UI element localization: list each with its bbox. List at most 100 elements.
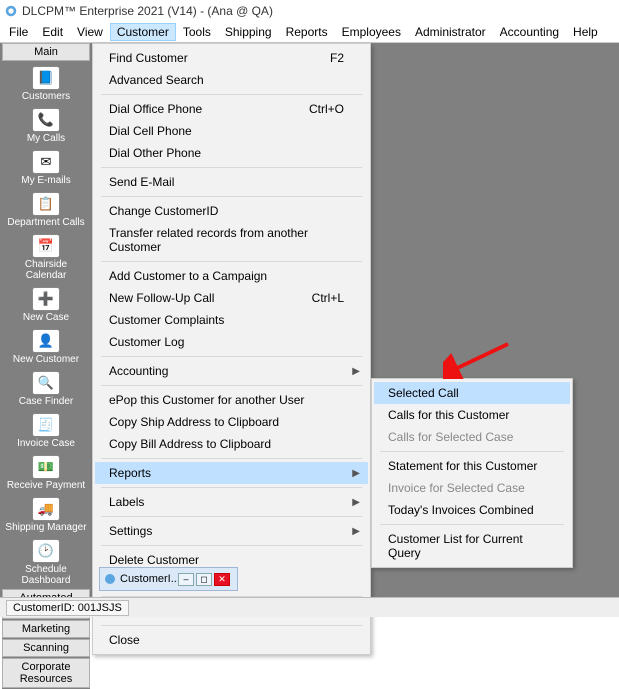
- menu-item-label: Transfer related records from another Cu…: [109, 226, 344, 254]
- menu-separator: [101, 545, 362, 546]
- chevron-right-icon: ▶: [352, 497, 360, 508]
- menu-bar: FileEditViewCustomerToolsShippingReports…: [0, 22, 619, 42]
- sidebar-header-main[interactable]: Main: [2, 43, 90, 61]
- menu-item-label: Calls for this Customer: [388, 408, 509, 422]
- menu-item-calls-for-selected-case: Calls for Selected Case: [374, 426, 570, 448]
- sidebar-item-label: New Case: [23, 312, 69, 323]
- sidebar-item-customers[interactable]: 📘Customers: [4, 64, 88, 105]
- sidebar-item-my-calls[interactable]: 📞My Calls: [4, 106, 88, 147]
- close-button[interactable]: ✕: [214, 573, 230, 586]
- sidebar-item-label: My E-mails: [21, 175, 70, 186]
- sidebar-item-schedule-dashboard[interactable]: 🕑Schedule Dashboard: [4, 537, 88, 589]
- sidebar-item-department-calls[interactable]: 📋Department Calls: [4, 190, 88, 231]
- sidebar-section-scanning[interactable]: Scanning: [2, 639, 90, 657]
- sidebar-icon: 📋: [32, 192, 60, 216]
- sidebar-item-new-customer[interactable]: 👤New Customer: [4, 327, 88, 368]
- menu-separator: [101, 94, 362, 95]
- sidebar-item-label: Schedule Dashboard: [4, 564, 88, 586]
- menu-separator: [101, 487, 362, 488]
- menu-file[interactable]: File: [2, 23, 35, 41]
- menu-item-label: Accounting: [109, 364, 168, 378]
- workspace: Main 📘Customers📞My Calls✉My E-mails📋Depa…: [0, 42, 619, 617]
- sidebar-item-label: Chairside Calendar: [4, 259, 88, 281]
- sidebar-item-invoice-case[interactable]: 🧾Invoice Case: [4, 411, 88, 452]
- menu-item-copy-bill-address-to-clipboard[interactable]: Copy Bill Address to Clipboard: [95, 433, 368, 455]
- menu-item-label: New Follow-Up Call: [109, 291, 214, 305]
- menu-item-copy-ship-address-to-clipboard[interactable]: Copy Ship Address to Clipboard: [95, 411, 368, 433]
- sidebar-icon: 🕑: [32, 539, 60, 563]
- sidebar-item-new-case[interactable]: ➕New Case: [4, 285, 88, 326]
- sidebar-item-label: My Calls: [27, 133, 65, 144]
- menu-item-selected-call[interactable]: Selected Call: [374, 382, 570, 404]
- menu-item-label: Customer Complaints: [109, 313, 224, 327]
- sidebar-item-label: Customers: [22, 91, 70, 102]
- menu-view[interactable]: View: [70, 23, 110, 41]
- menu-item-label: Invoice for Selected Case: [388, 481, 525, 495]
- menu-shipping[interactable]: Shipping: [218, 23, 279, 41]
- menu-item-dial-other-phone[interactable]: Dial Other Phone: [95, 142, 368, 164]
- menu-item-statement-for-this-customer[interactable]: Statement for this Customer: [374, 455, 570, 477]
- menu-item-settings[interactable]: Settings ▶: [95, 520, 368, 542]
- menu-item-epop-this-customer-for-another-user[interactable]: ePop this Customer for another User: [95, 389, 368, 411]
- menu-item-label: Add Customer to a Campaign: [109, 269, 267, 283]
- menu-edit[interactable]: Edit: [35, 23, 70, 41]
- minimize-button[interactable]: –: [178, 573, 194, 586]
- menu-employees[interactable]: Employees: [335, 23, 408, 41]
- menu-item-label: Reports: [109, 466, 151, 480]
- menu-item-accounting[interactable]: Accounting▶: [95, 360, 368, 382]
- menu-item-calls-for-this-customer[interactable]: Calls for this Customer: [374, 404, 570, 426]
- menu-accounting[interactable]: Accounting: [493, 23, 566, 41]
- maximize-button[interactable]: ◻: [196, 573, 212, 586]
- menu-help[interactable]: Help: [566, 23, 605, 41]
- menu-item-close[interactable]: Close: [95, 629, 368, 651]
- menu-item-reports[interactable]: Reports ▶: [95, 462, 368, 484]
- menu-separator: [101, 516, 362, 517]
- menu-tools[interactable]: Tools: [176, 23, 218, 41]
- reports-submenu: Selected Call Calls for this Customer Call…: [371, 378, 573, 568]
- menu-item-shortcut: F2: [330, 51, 344, 65]
- menu-item-label: Settings: [109, 524, 152, 538]
- sidebar-item-receive-payment[interactable]: 💵Receive Payment: [4, 453, 88, 494]
- sidebar-item-shipping-manager[interactable]: 🚚Shipping Manager: [4, 495, 88, 536]
- menu-item-labels[interactable]: Labels▶: [95, 491, 368, 513]
- menu-item-label: Change CustomerID: [109, 204, 218, 218]
- menu-item-customer-list-for-current-query[interactable]: Customer List for Current Query: [374, 528, 570, 564]
- menu-item-dial-office-phone[interactable]: Dial Office PhoneCtrl+O: [95, 98, 368, 120]
- menu-customer[interactable]: Customer: [110, 23, 176, 41]
- menu-reports[interactable]: Reports: [279, 23, 335, 41]
- sidebar-icon: 🧾: [32, 413, 60, 437]
- menu-item-dial-cell-phone[interactable]: Dial Cell Phone: [95, 120, 368, 142]
- menu-item-find-customer[interactable]: Find Customer F2: [95, 47, 368, 69]
- menu-item-change-customerid[interactable]: Change CustomerID: [95, 200, 368, 222]
- status-customer-id: CustomerID: 001JSJS: [6, 600, 129, 616]
- annotation-arrow-icon: [443, 339, 513, 379]
- sidebar-section-corporate-resources[interactable]: Corporate Resources: [2, 658, 90, 688]
- mdi-child-window[interactable]: CustomerI... – ◻ ✕: [99, 567, 238, 591]
- menu-separator: [101, 625, 362, 626]
- menu-item-customer-log[interactable]: Customer Log: [95, 331, 368, 353]
- menu-administrator[interactable]: Administrator: [408, 23, 493, 41]
- menu-item-today-s-invoices-combined[interactable]: Today's Invoices Combined: [374, 499, 570, 521]
- sidebar-icon: 💵: [32, 455, 60, 479]
- menu-item-label: Selected Call: [388, 386, 459, 400]
- sidebar: Main 📘Customers📞My Calls✉My E-mails📋Depa…: [2, 43, 90, 689]
- menu-item-advanced-search[interactable]: Advanced Search: [95, 69, 368, 91]
- menu-item-transfer-related-records-from-another-customer[interactable]: Transfer related records from another Cu…: [95, 222, 368, 258]
- title-bar: DLCPM™ Enterprise 2021 (V14) - (Ana @ QA…: [0, 0, 619, 22]
- menu-item-new-follow-up-call[interactable]: New Follow-Up CallCtrl+L: [95, 287, 368, 309]
- menu-item-label: Find Customer: [109, 51, 188, 65]
- sidebar-item-case-finder[interactable]: 🔍Case Finder: [4, 369, 88, 410]
- chevron-right-icon: ▶: [352, 526, 360, 537]
- sidebar-item-label: Receive Payment: [7, 480, 85, 491]
- menu-item-customer-complaints[interactable]: Customer Complaints: [95, 309, 368, 331]
- menu-item-label: Calls for Selected Case: [388, 430, 513, 444]
- menu-item-send-e-mail[interactable]: Send E-Mail: [95, 171, 368, 193]
- sidebar-item-my-e-mails[interactable]: ✉My E-mails: [4, 148, 88, 189]
- sidebar-section-marketing[interactable]: Marketing: [2, 620, 90, 638]
- menu-separator: [380, 524, 564, 525]
- menu-separator: [101, 385, 362, 386]
- menu-item-add-customer-to-a-campaign[interactable]: Add Customer to a Campaign: [95, 265, 368, 287]
- chevron-right-icon: ▶: [352, 468, 360, 479]
- sidebar-item-chairside-calendar[interactable]: 📅Chairside Calendar: [4, 232, 88, 284]
- menu-separator: [101, 261, 362, 262]
